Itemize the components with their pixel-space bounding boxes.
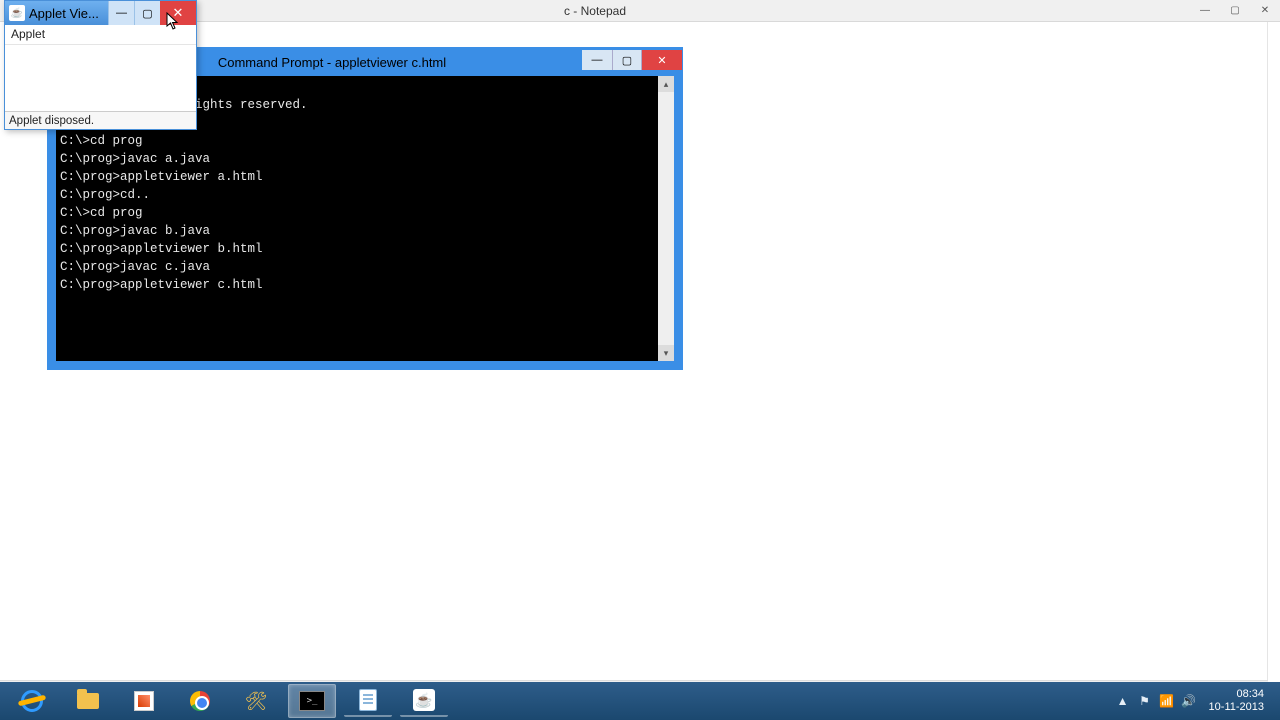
cmd-minimize-button[interactable]: — [582,50,612,70]
applet-menu[interactable]: Applet [5,25,196,45]
taskbar-clock[interactable]: 08:34 10-11-2013 [1203,688,1270,714]
cmd-line: C:\prog>appletviewer c.html [60,276,654,294]
applet-maximize-button[interactable]: ▢ [134,1,160,25]
cmd-close-button[interactable]: ✕ [642,50,682,70]
taskbar-chrome-icon[interactable] [176,685,224,717]
clock-date: 10-11-2013 [1209,701,1264,714]
scroll-down-icon[interactable]: ▾ [658,345,674,361]
tray-overflow-icon[interactable]: ▲ [1115,693,1131,709]
notepad-minimize-button[interactable]: — [1190,0,1220,22]
notepad-close-button[interactable]: ✕ [1250,0,1280,22]
cmd-line: C:\prog>appletviewer a.html [60,168,654,186]
cmd-line: C:\prog>appletviewer b.html [60,240,654,258]
taskbar: 🛠 >_ ☕ ▲ ⚑ 📶 🔊 08:34 10-11-2013 [0,682,1280,720]
tray-network-icon[interactable]: 📶 [1159,693,1175,709]
taskbar-explorer-icon[interactable] [64,685,112,717]
tray-flag-icon[interactable]: ⚑ [1137,693,1153,709]
cmd-line: C:\prog>javac c.java [60,258,654,276]
system-tray[interactable]: ▲ ⚑ 📶 🔊 08:34 10-11-2013 [1115,688,1276,714]
taskbar-office-icon[interactable] [120,685,168,717]
cmd-line: C:\>cd prog [60,132,654,150]
tray-volume-icon[interactable]: 🔊 [1181,693,1197,709]
cmd-vertical-scrollbar[interactable]: ▴ ▾ [658,76,674,361]
cmd-line: C:\prog>javac a.java [60,150,654,168]
applet-title: Applet Vie... [29,6,108,21]
taskbar-java-icon[interactable]: ☕ [400,685,448,717]
taskbar-notepad-icon[interactable] [344,685,392,717]
cmd-maximize-button[interactable]: ▢ [612,50,642,70]
applet-status-bar: Applet disposed. [5,111,196,129]
applet-viewer-window: Applet Vie... — ▢ ✕ Applet Applet dispos… [4,0,197,130]
taskbar-tools-icon[interactable]: 🛠 [232,685,280,717]
taskbar-cmd-icon[interactable]: >_ [288,684,336,718]
java-icon [9,5,25,21]
taskbar-ie-icon[interactable] [8,685,56,717]
scroll-up-icon[interactable]: ▴ [658,76,674,92]
clock-time: 08:34 [1209,688,1264,701]
applet-titlebar[interactable]: Applet Vie... — ▢ ✕ [5,1,196,25]
cmd-line: C:\>cd prog [60,204,654,222]
cmd-line: C:\prog>cd.. [60,186,654,204]
applet-minimize-button[interactable]: — [108,1,134,25]
notepad-maximize-button[interactable]: ▢ [1220,0,1250,22]
applet-close-button[interactable]: ✕ [160,1,196,25]
cmd-line: C:\prog>javac b.java [60,222,654,240]
